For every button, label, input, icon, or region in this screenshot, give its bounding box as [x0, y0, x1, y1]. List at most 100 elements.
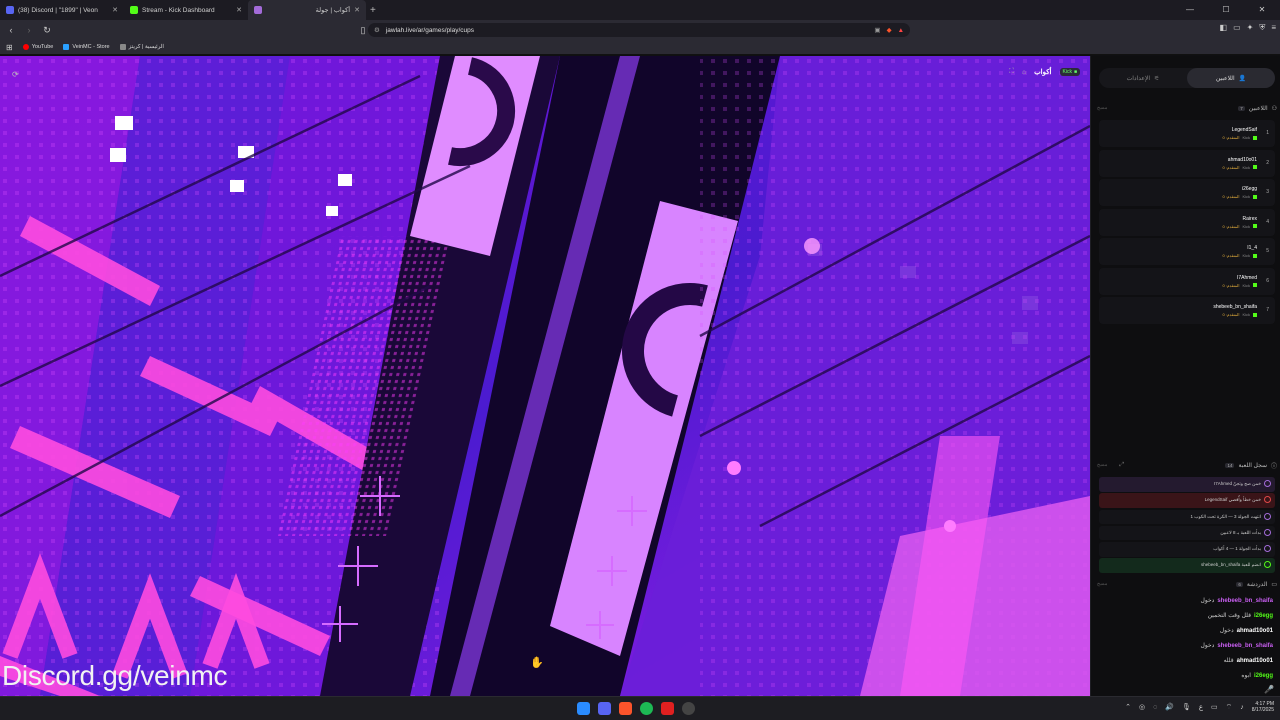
kick-tag: Kick — [1242, 253, 1250, 258]
obs-app-icon[interactable] — [682, 702, 695, 715]
player-name: Rairex — [1242, 215, 1257, 222]
back-button[interactable]: ‹ — [4, 23, 18, 37]
chat-username[interactable]: i26egg — [1254, 613, 1273, 619]
sidebar-tabs: الإعدادات ⚟ اللاعبين 👤 — [1099, 68, 1275, 88]
windows-start-icon[interactable] — [577, 702, 590, 715]
home-icon[interactable]: ⌂ — [1022, 69, 1026, 76]
close-icon[interactable]: ✕ — [112, 6, 118, 14]
player-status: المتقدم: 0 — [1222, 253, 1240, 258]
network-icon[interactable]: ◌ — [1153, 704, 1157, 711]
close-icon[interactable]: ✕ — [236, 6, 242, 14]
speaker-icon[interactable]: ♪ — [1240, 704, 1244, 711]
close-icon[interactable]: ✕ — [354, 6, 360, 14]
new-tab-button[interactable]: + — [370, 5, 376, 16]
player-card[interactable]: i26egg المتقدم: 0 Kick 3 — [1099, 179, 1275, 206]
spotify-app-icon[interactable] — [640, 702, 653, 715]
tab-players[interactable]: اللاعبين 👤 — [1187, 68, 1275, 88]
kick-icon — [1253, 312, 1257, 317]
player-status: المتقدم: 0 — [1222, 312, 1240, 317]
player-card[interactable]: Rairex المتقدم: 0 Kick 4 — [1099, 208, 1275, 236]
volume-icon[interactable]: 🔊 — [1165, 703, 1174, 711]
player-rank: 5 — [1266, 248, 1269, 254]
discord-app-icon[interactable] — [598, 702, 611, 715]
game-sidebar: الإعدادات ⚟ اللاعبين 👤 مسح 7 اللاعبين ⚇ … — [1090, 56, 1280, 696]
wifi-icon[interactable]: ⌔ — [1226, 703, 1233, 712]
kick-tag: Kick — [1242, 194, 1250, 199]
mouse-cursor: ✋ — [530, 657, 544, 669]
chat-username[interactable]: ahmad10o01 — [1237, 658, 1273, 664]
minimize-button[interactable]: — — [1172, 0, 1208, 20]
kick-tag: Kick — [1242, 223, 1250, 229]
game-header: ⛶ ⌂ أكواب Kick ■ — [1009, 68, 1080, 76]
maximize-button[interactable]: ☐ — [1208, 0, 1244, 20]
apps-icon[interactable]: ⊞ — [6, 43, 13, 52]
fullscreen-icon[interactable]: ⛶ — [1009, 68, 1014, 76]
navigation-bar: ‹ › ↻ ▯ ⚙ jawlah.live/ar/games/play/cups… — [0, 20, 1280, 40]
chat-username[interactable]: i26egg — [1254, 673, 1273, 679]
bookmark-label: الرئيسية | كريتز — [128, 44, 164, 50]
brave-shield-icon[interactable]: ◆ — [887, 26, 892, 34]
tab-settings[interactable]: الإعدادات ⚟ — [1099, 68, 1187, 88]
youtube-icon — [22, 44, 29, 50]
users-icon: 👤 — [1238, 75, 1247, 82]
forward-button[interactable]: › — [22, 23, 36, 37]
menu-icon[interactable]: ≡ — [1271, 23, 1276, 33]
chat-username[interactable]: shebeeb_bn_shaifa — [1217, 598, 1273, 604]
player-card[interactable]: I1_4 المتقدم: 0 Kick 5 — [1099, 238, 1275, 265]
wallet-icon[interactable]: ▭ — [1233, 23, 1241, 33]
player-rank: 7 — [1266, 307, 1269, 313]
url-text[interactable]: jawlah.live/ar/games/play/cups — [386, 27, 474, 34]
translate-icon[interactable]: ▣ — [874, 26, 880, 34]
clock[interactable]: 4:17 PM 8/17/2025 — [1252, 701, 1274, 713]
player-card[interactable]: ahmad10o01 المتقدم: 0 Kick 2 — [1099, 149, 1275, 177]
bookmark-kritz[interactable]: الرئيسية | كريتز — [119, 44, 164, 50]
address-bar[interactable]: ⚙ jawlah.live/ar/games/play/cups ▣ ◆ ▲ — [368, 23, 910, 37]
bookmark-veinmc[interactable]: VeinMC - Store — [63, 44, 110, 50]
tab-cups-game[interactable]: أكواب | جولة ✕ — [248, 0, 366, 20]
log-entry: LegendSaif خمن خطأ وأُقصي — [1099, 493, 1275, 508]
brave-app-icon[interactable] — [619, 702, 632, 715]
player-name: ahmad10o01 — [1227, 156, 1257, 163]
chat-username[interactable]: ahmad10o01 — [1237, 628, 1273, 634]
kick-icon — [1253, 224, 1257, 228]
close-window-button[interactable]: ✕ — [1244, 0, 1280, 20]
red-app-icon[interactable] — [661, 702, 674, 715]
bookmark-youtube[interactable]: YouTube — [22, 44, 53, 50]
player-card[interactable]: LegendSaif المتقدم: 0 Kick 1 — [1099, 120, 1275, 147]
site-info-icon[interactable]: ⚙ — [374, 26, 380, 34]
game-title: أكواب — [1034, 69, 1052, 76]
tab-discord[interactable]: (38) Discord | "1899" | Veon ✕ — [0, 0, 124, 20]
chat-username[interactable]: shebeeb_bn_shaifa — [1217, 643, 1273, 649]
expand-icon[interactable]: ⤢ — [1119, 462, 1124, 469]
clear-players-button[interactable]: مسح — [1097, 105, 1107, 111]
chat-text: قلل وقت التخمين — [1207, 613, 1251, 619]
brave-rewards-icon[interactable]: ▲ — [898, 27, 904, 34]
mic-icon[interactable]: 🎤 — [1264, 685, 1274, 694]
clear-log-button[interactable]: مسح — [1097, 462, 1107, 468]
player-card[interactable]: shebeeb_bn_shaifa المتقدم: 0 Kick 7 — [1099, 297, 1275, 324]
log-entry: بدأت اللعبة بـ 8 لاعبين — [1099, 525, 1275, 541]
tab-label: Stream - Kick Dashboard — [142, 6, 215, 14]
app-tray-icon[interactable]: ◎ — [1139, 703, 1145, 711]
extensions-icon[interactable]: ✦ — [1247, 23, 1254, 33]
chat-message: دخول shebeeb_bn_shaifa — [1091, 642, 1277, 657]
game-canvas[interactable]: ⟳ ⛶ ⌂ أكواب Kick ■ Discord.gg/veinmc ✋ — [0, 56, 1090, 696]
vpn-icon[interactable]: ⛨ — [1259, 23, 1265, 33]
monitor-icon[interactable]: ▭ — [1211, 703, 1218, 711]
chat-text: دخول — [1200, 598, 1215, 604]
players-section-header: مسح 7 اللاعبين ⚇ — [1097, 103, 1277, 113]
log-entry: انتهت الجولة 3 — الكرة تحت الكوب 1 — [1099, 509, 1275, 525]
log-text: LegendSaif خمن خطأ وأُقصي — [1204, 497, 1261, 503]
chat-icon: ▭ — [1271, 581, 1277, 588]
chevron-up-icon[interactable]: ⌃ — [1125, 703, 1131, 711]
player-status: المتقدم: 0 — [1222, 282, 1240, 288]
sidebar-icon[interactable]: ◧ — [1220, 23, 1228, 33]
player-card[interactable]: I7Ahmed المتقدم: 0 Kick 6 — [1099, 267, 1275, 295]
language-indicator[interactable]: ع — [1199, 703, 1203, 711]
refresh-icon[interactable]: ⟳ — [12, 70, 19, 79]
mic-tray-icon[interactable]: 🎙 — [1182, 703, 1191, 711]
tab-kick-dashboard[interactable]: Stream - Kick Dashboard ✕ — [124, 0, 248, 20]
reload-button[interactable]: ↻ — [40, 23, 54, 37]
players-list: LegendSaif المتقدم: 0 Kick 1 ahmad10o01 المتق… — [1099, 120, 1275, 327]
clear-chat-button[interactable]: مسح — [1097, 581, 1107, 587]
